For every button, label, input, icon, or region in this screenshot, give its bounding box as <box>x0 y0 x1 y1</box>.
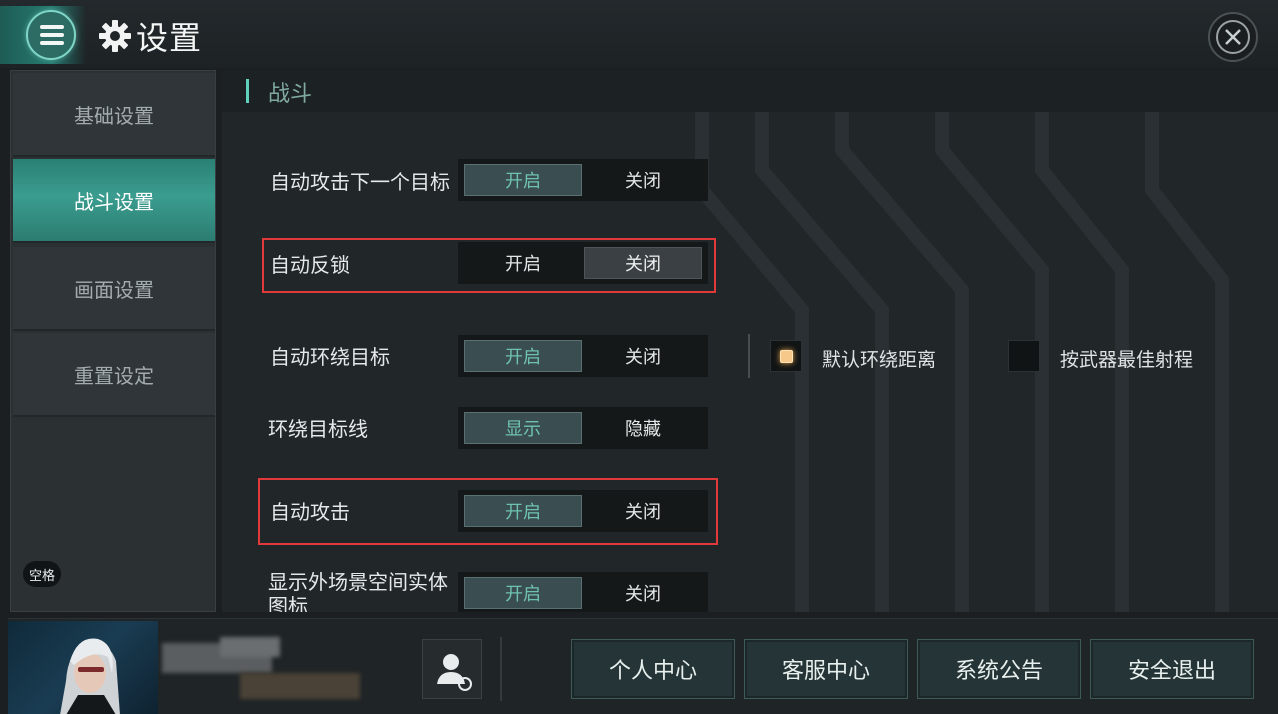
toggle-auto-attack-next: 开启 关闭 <box>458 159 708 201</box>
radio-label-weapon-optimal-range: 按武器最佳射程 <box>1060 349 1194 371</box>
section-header: 战斗 <box>222 70 1278 112</box>
settings-sidebar: 基础设置 战斗设置 画面设置 重置设定 空格 <box>10 70 216 612</box>
top-bar: 设置 <box>0 0 1278 68</box>
option-off[interactable]: 关闭 <box>584 495 702 527</box>
radio-weapon-optimal-range[interactable] <box>1008 340 1040 372</box>
bottom-bar: 个人中心 客服中心 系统公告 安全退出 <box>8 618 1278 714</box>
option-off[interactable]: 关闭 <box>584 164 702 196</box>
option-off[interactable]: 关闭 <box>584 577 702 609</box>
profile-switch-icon <box>437 654 472 691</box>
section-accent-bar <box>246 79 249 103</box>
settings-panel: 战斗 自动攻击下一个目标 开启 关闭 自动反锁 开启 关闭 自动环绕目标 开启 … <box>222 70 1278 612</box>
close-icon <box>1216 20 1250 54</box>
toggle-auto-counter-lock: 开启 关闭 <box>458 242 708 284</box>
option-on[interactable]: 开启 <box>464 164 582 196</box>
customer-service-button[interactable]: 客服中心 <box>744 639 908 699</box>
toggle-auto-attack: 开启 关闭 <box>458 490 708 532</box>
hamburger-menu-icon[interactable] <box>26 10 76 60</box>
setting-label-auto-counter-lock: 自动反锁 <box>270 253 350 277</box>
sidebar-item-basic[interactable]: 基础设置 <box>13 73 215 157</box>
option-off[interactable]: 关闭 <box>584 247 702 279</box>
player-portrait[interactable] <box>8 621 158 714</box>
section-title: 战斗 <box>268 82 313 107</box>
option-show[interactable]: 显示 <box>464 412 582 444</box>
player-name-obscured <box>160 635 360 705</box>
option-on[interactable]: 开启 <box>464 247 582 279</box>
close-button[interactable] <box>1208 12 1258 62</box>
radio-label-default-orbit-distance: 默认环绕距离 <box>822 349 937 371</box>
option-on[interactable]: 开启 <box>464 340 582 372</box>
setting-label-auto-attack-next: 自动攻击下一个目标 <box>270 170 450 194</box>
setting-label-auto-orbit: 自动环绕目标 <box>270 345 390 369</box>
option-off[interactable]: 关闭 <box>584 340 702 372</box>
option-on[interactable]: 开启 <box>464 577 582 609</box>
radio-default-orbit-distance[interactable] <box>770 340 802 372</box>
toggle-show-space-entity-icons: 开启 关闭 <box>458 572 708 612</box>
setting-label-show-space-entity-icons: 显示外场景空间实体图标 <box>268 570 448 612</box>
safe-logout-button[interactable]: 安全退出 <box>1090 639 1254 699</box>
setting-label-orbit-line: 环绕目标线 <box>268 417 368 441</box>
page-title-group: 设置 <box>98 14 202 58</box>
option-on[interactable]: 开启 <box>464 495 582 527</box>
toggle-auto-orbit: 开启 关闭 <box>458 335 708 377</box>
toggle-orbit-line: 显示 隐藏 <box>458 407 708 449</box>
page-title: 设置 <box>136 19 203 57</box>
checked-indicator <box>780 350 793 363</box>
personal-center-button[interactable]: 个人中心 <box>571 639 735 699</box>
sidebar-item-combat[interactable]: 战斗设置 <box>13 159 215 243</box>
profile-switch-button[interactable] <box>422 639 482 699</box>
option-hide[interactable]: 隐藏 <box>584 412 702 444</box>
divider <box>500 637 502 701</box>
gear-icon <box>99 20 131 52</box>
space-key-hint: 空格 <box>23 561 61 587</box>
sidebar-item-reset[interactable]: 重置设定 <box>13 333 215 417</box>
setting-label-auto-attack: 自动攻击 <box>270 500 350 524</box>
sidebar-item-graphics[interactable]: 画面设置 <box>13 247 215 331</box>
divider <box>748 334 750 378</box>
system-announcement-button[interactable]: 系统公告 <box>917 639 1081 699</box>
